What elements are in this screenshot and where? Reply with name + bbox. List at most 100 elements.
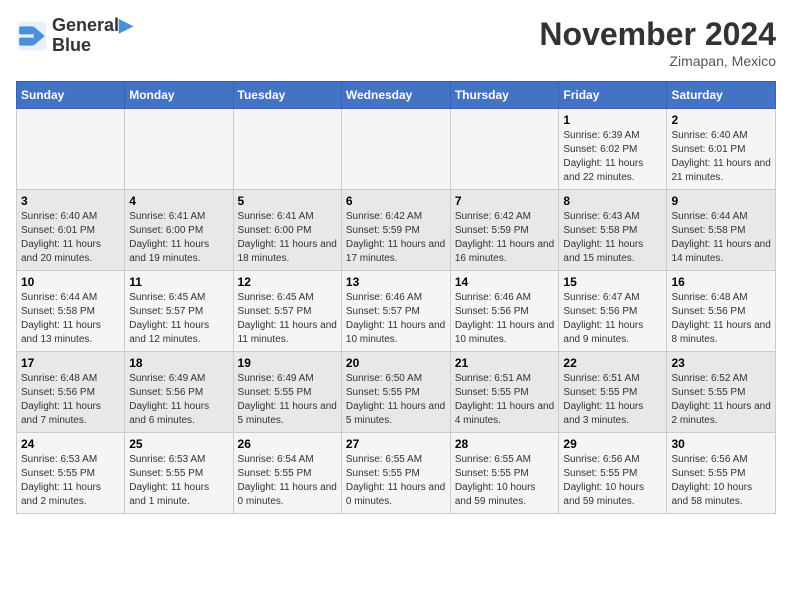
calendar-cell: 29 Sunrise: 6:56 AM Sunset: 5:55 PM Dayli… [559, 433, 667, 514]
day-number: 22 [563, 356, 662, 370]
day-number: 4 [129, 194, 228, 208]
day-number: 3 [21, 194, 120, 208]
day-info: Sunrise: 6:47 AM Sunset: 5:56 PM Dayligh… [563, 291, 662, 347]
logo: General▶ Blue [16, 16, 133, 56]
calendar-cell: 19 Sunrise: 6:49 AM Sunset: 5:55 PM Dayli… [233, 352, 341, 433]
day-number: 24 [21, 437, 120, 451]
day-info: Sunrise: 6:56 AM Sunset: 5:55 PM Dayligh… [563, 453, 662, 509]
col-header-tuesday: Tuesday [233, 82, 341, 109]
day-info: Sunrise: 6:46 AM Sunset: 5:56 PM Dayligh… [455, 291, 555, 347]
week-row-5: 24 Sunrise: 6:53 AM Sunset: 5:55 PM Dayli… [17, 433, 776, 514]
calendar-cell: 12 Sunrise: 6:45 AM Sunset: 5:57 PM Dayli… [233, 271, 341, 352]
day-number: 9 [671, 194, 771, 208]
day-info: Sunrise: 6:45 AM Sunset: 5:57 PM Dayligh… [238, 291, 337, 347]
day-info: Sunrise: 6:40 AM Sunset: 6:01 PM Dayligh… [21, 210, 120, 266]
day-info: Sunrise: 6:44 AM Sunset: 5:58 PM Dayligh… [671, 210, 771, 266]
day-info: Sunrise: 6:45 AM Sunset: 5:57 PM Dayligh… [129, 291, 228, 347]
day-number: 23 [671, 356, 771, 370]
day-number: 16 [671, 275, 771, 289]
day-number: 27 [346, 437, 446, 451]
day-info: Sunrise: 6:40 AM Sunset: 6:01 PM Dayligh… [671, 129, 771, 185]
calendar-cell: 15Sunrise: 6:47 AM Sunset: 5:56 PM Dayli… [559, 271, 667, 352]
page-header: General▶ Blue November 2024 Zimapan, Mex… [16, 16, 776, 69]
calendar-cell: 4 Sunrise: 6:41 AM Sunset: 6:00 PM Daylig… [125, 190, 233, 271]
calendar-table: SundayMondayTuesdayWednesdayThursdayFrid… [16, 81, 776, 514]
day-number: 11 [129, 275, 228, 289]
calendar-cell [341, 109, 450, 190]
day-info: Sunrise: 6:48 AM Sunset: 5:56 PM Dayligh… [671, 291, 771, 347]
calendar-cell [233, 109, 341, 190]
day-info: Sunrise: 6:44 AM Sunset: 5:58 PM Dayligh… [21, 291, 120, 347]
calendar-cell: 3 Sunrise: 6:40 AM Sunset: 6:01 PM Daylig… [17, 190, 125, 271]
col-header-monday: Monday [125, 82, 233, 109]
day-info: Sunrise: 6:50 AM Sunset: 5:55 PM Dayligh… [346, 372, 446, 428]
calendar-cell: 9 Sunrise: 6:44 AM Sunset: 5:58 PM Daylig… [667, 190, 776, 271]
day-info: Sunrise: 6:51 AM Sunset: 5:55 PM Dayligh… [563, 372, 662, 428]
location-subtitle: Zimapan, Mexico [539, 53, 776, 69]
calendar-cell: 17 Sunrise: 6:48 AM Sunset: 5:56 PM Dayli… [17, 352, 125, 433]
calendar-cell: 24 Sunrise: 6:53 AM Sunset: 5:55 PM Dayli… [17, 433, 125, 514]
day-info: Sunrise: 6:56 AM Sunset: 5:55 PM Dayligh… [671, 453, 771, 509]
calendar-cell: 2 Sunrise: 6:40 AM Sunset: 6:01 PM Daylig… [667, 109, 776, 190]
day-info: Sunrise: 6:49 AM Sunset: 5:55 PM Dayligh… [238, 372, 337, 428]
day-info: Sunrise: 6:42 AM Sunset: 5:59 PM Dayligh… [455, 210, 555, 266]
day-info: Sunrise: 6:42 AM Sunset: 5:59 PM Dayligh… [346, 210, 446, 266]
col-header-sunday: Sunday [17, 82, 125, 109]
calendar-cell: 10Sunrise: 6:44 AM Sunset: 5:58 PM Dayli… [17, 271, 125, 352]
calendar-cell: 7Sunrise: 6:42 AM Sunset: 5:59 PM Daylig… [450, 190, 559, 271]
calendar-cell: 23Sunrise: 6:52 AM Sunset: 5:55 PM Dayli… [667, 352, 776, 433]
day-info: Sunrise: 6:51 AM Sunset: 5:55 PM Dayligh… [455, 372, 555, 428]
day-number: 14 [455, 275, 555, 289]
day-number: 29 [563, 437, 662, 451]
day-info: Sunrise: 6:54 AM Sunset: 5:55 PM Dayligh… [238, 453, 337, 509]
calendar-cell: 27 Sunrise: 6:55 AM Sunset: 5:55 PM Dayli… [341, 433, 450, 514]
day-info: Sunrise: 6:55 AM Sunset: 5:55 PM Dayligh… [346, 453, 446, 509]
calendar-cell [450, 109, 559, 190]
day-number: 28 [455, 437, 555, 451]
day-number: 20 [346, 356, 446, 370]
day-info: Sunrise: 6:49 AM Sunset: 5:56 PM Dayligh… [129, 372, 228, 428]
month-title: November 2024 [539, 16, 776, 53]
calendar-cell: 28Sunrise: 6:55 AM Sunset: 5:55 PM Dayli… [450, 433, 559, 514]
day-number: 1 [563, 113, 662, 127]
day-number: 6 [346, 194, 446, 208]
day-info: Sunrise: 6:53 AM Sunset: 5:55 PM Dayligh… [21, 453, 120, 509]
week-row-3: 10Sunrise: 6:44 AM Sunset: 5:58 PM Dayli… [17, 271, 776, 352]
day-number: 25 [129, 437, 228, 451]
calendar-cell: 22 Sunrise: 6:51 AM Sunset: 5:55 PM Dayli… [559, 352, 667, 433]
week-row-2: 3 Sunrise: 6:40 AM Sunset: 6:01 PM Daylig… [17, 190, 776, 271]
calendar-cell: 6 Sunrise: 6:42 AM Sunset: 5:59 PM Daylig… [341, 190, 450, 271]
day-number: 2 [671, 113, 771, 127]
day-info: Sunrise: 6:41 AM Sunset: 6:00 PM Dayligh… [238, 210, 337, 266]
calendar-cell: 5 Sunrise: 6:41 AM Sunset: 6:00 PM Daylig… [233, 190, 341, 271]
day-info: Sunrise: 6:46 AM Sunset: 5:57 PM Dayligh… [346, 291, 446, 347]
day-info: Sunrise: 6:41 AM Sunset: 6:00 PM Dayligh… [129, 210, 228, 266]
calendar-cell [125, 109, 233, 190]
calendar-body: 1 Sunrise: 6:39 AM Sunset: 6:02 PM Daylig… [17, 109, 776, 514]
calendar-cell: 25 Sunrise: 6:53 AM Sunset: 5:55 PM Dayli… [125, 433, 233, 514]
logo-icon [16, 20, 48, 52]
calendar-cell: 21Sunrise: 6:51 AM Sunset: 5:55 PM Dayli… [450, 352, 559, 433]
day-number: 8 [563, 194, 662, 208]
col-header-friday: Friday [559, 82, 667, 109]
day-number: 30 [671, 437, 771, 451]
calendar-cell: 11 Sunrise: 6:45 AM Sunset: 5:57 PM Dayli… [125, 271, 233, 352]
calendar-cell: 14 Sunrise: 6:46 AM Sunset: 5:56 PM Dayli… [450, 271, 559, 352]
calendar-cell: 16 Sunrise: 6:48 AM Sunset: 5:56 PM Dayli… [667, 271, 776, 352]
calendar-cell: 1 Sunrise: 6:39 AM Sunset: 6:02 PM Daylig… [559, 109, 667, 190]
day-info: Sunrise: 6:53 AM Sunset: 5:55 PM Dayligh… [129, 453, 228, 509]
week-row-1: 1 Sunrise: 6:39 AM Sunset: 6:02 PM Daylig… [17, 109, 776, 190]
day-number: 5 [238, 194, 337, 208]
col-header-saturday: Saturday [667, 82, 776, 109]
day-number: 26 [238, 437, 337, 451]
calendar-cell: 20 Sunrise: 6:50 AM Sunset: 5:55 PM Dayli… [341, 352, 450, 433]
day-number: 18 [129, 356, 228, 370]
day-number: 17 [21, 356, 120, 370]
day-number: 12 [238, 275, 337, 289]
calendar-cell: 18 Sunrise: 6:49 AM Sunset: 5:56 PM Dayli… [125, 352, 233, 433]
calendar-header: SundayMondayTuesdayWednesdayThursdayFrid… [17, 82, 776, 109]
day-number: 13 [346, 275, 446, 289]
day-number: 19 [238, 356, 337, 370]
day-info: Sunrise: 6:39 AM Sunset: 6:02 PM Dayligh… [563, 129, 662, 185]
day-info: Sunrise: 6:48 AM Sunset: 5:56 PM Dayligh… [21, 372, 120, 428]
